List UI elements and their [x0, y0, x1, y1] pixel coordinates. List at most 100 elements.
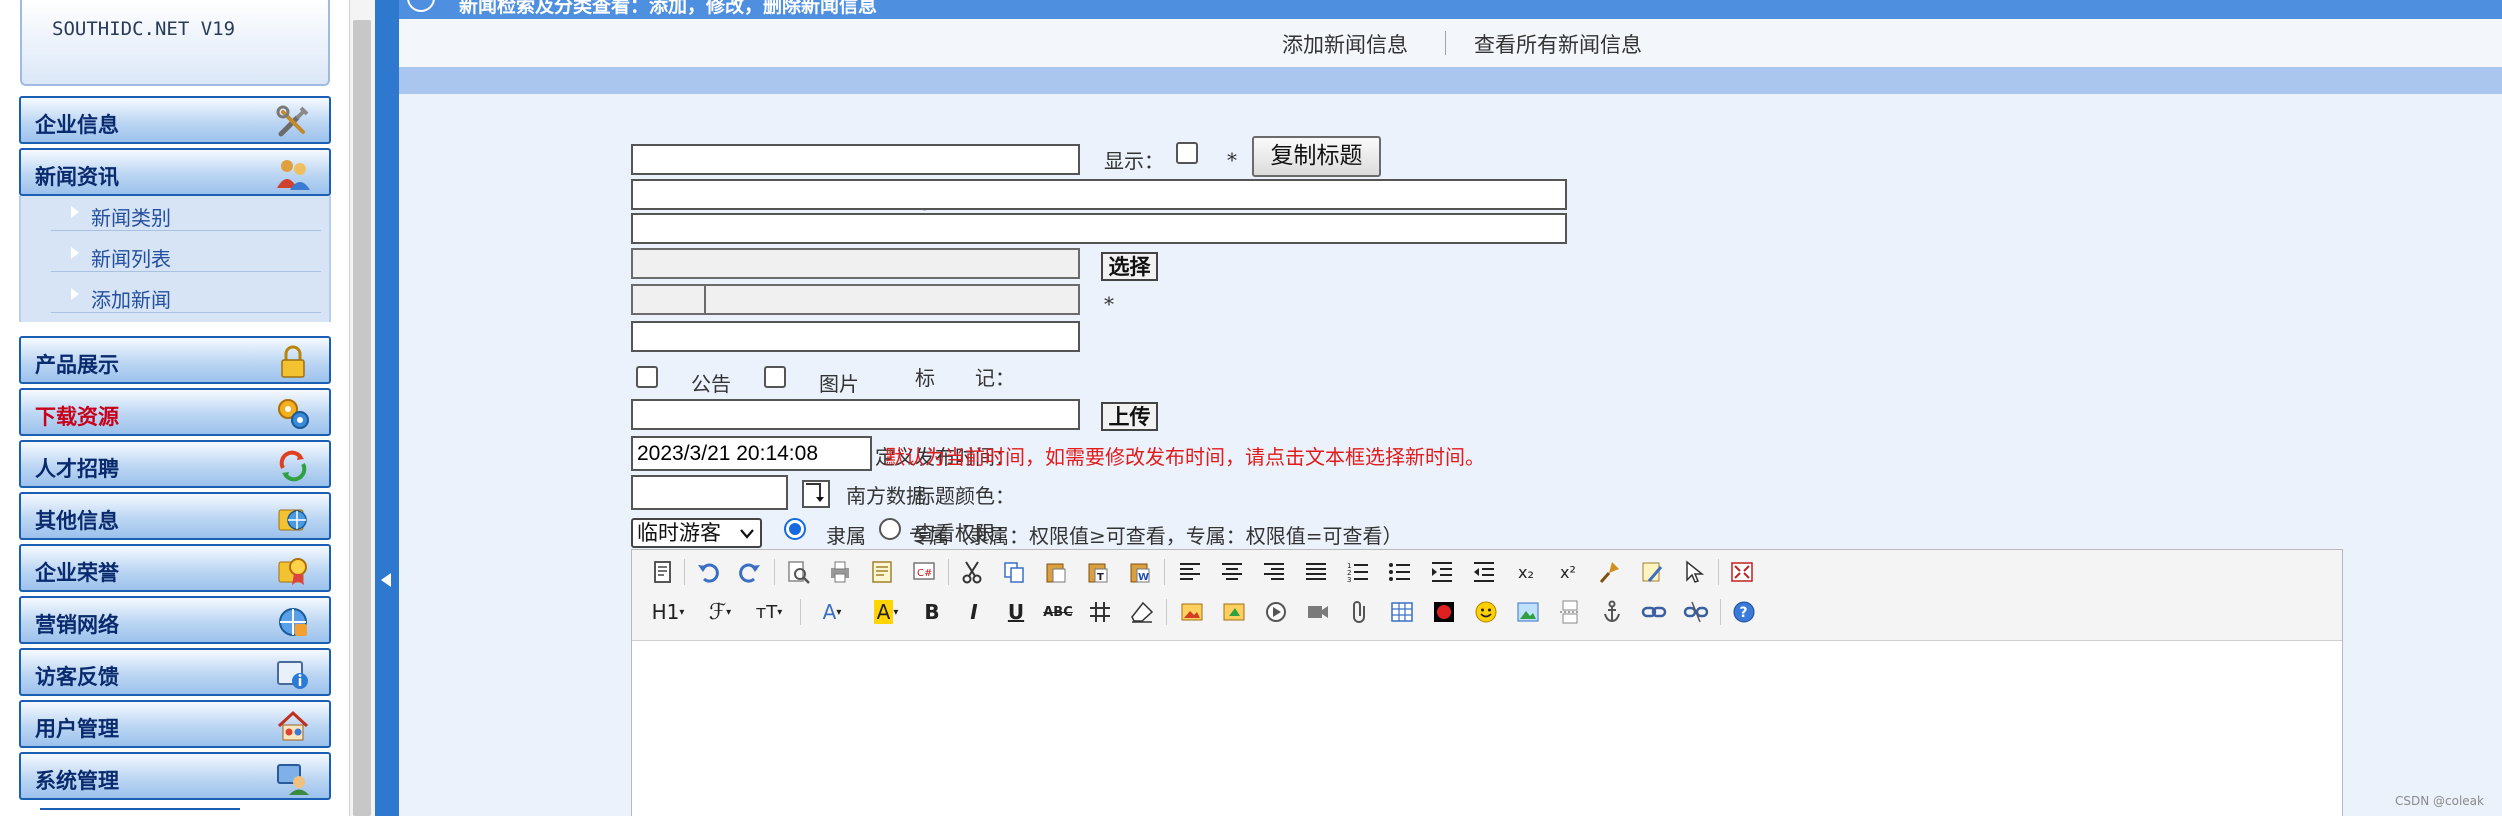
insert-video-icon[interactable]: [1304, 598, 1332, 626]
svg-text:W: W: [1138, 572, 1149, 583]
paste-text-icon[interactable]: T: [1084, 558, 1112, 586]
menu-item-label: 用户管理: [35, 716, 119, 741]
font-family-dropdown[interactable]: ℱ ▾: [700, 598, 740, 626]
outdent-icon[interactable]: [1470, 558, 1498, 586]
sidebar-scrollbar-thumb[interactable]: [353, 20, 371, 816]
meta-description-input[interactable]: [631, 213, 1567, 244]
required-mark: *: [1227, 148, 1237, 172]
editor-content-area[interactable]: [632, 641, 2342, 817]
special-char-icon[interactable]: [1430, 598, 1458, 626]
submenu-item-news-category[interactable]: 新闻类别: [51, 196, 321, 231]
news-image-input[interactable]: [631, 399, 1080, 430]
insert-flash-icon[interactable]: [1220, 598, 1248, 626]
redo-icon[interactable]: [736, 558, 764, 586]
rich-text-editor: C# T W 123 x₂ x² H1 ▾ ℱ ▾ тT ▾ A ▾ A ▾ B I U …: [631, 549, 2343, 817]
strikethrough-icon[interactable]: ABC: [1043, 598, 1073, 626]
unlink-icon[interactable]: [1682, 598, 1710, 626]
picture-checkbox[interactable]: [764, 366, 786, 388]
subordinate-radio[interactable]: [784, 518, 806, 540]
menu-item-company-info[interactable]: 企业信息: [19, 96, 331, 144]
format-painter-icon[interactable]: [1596, 558, 1624, 586]
upload-image-button[interactable]: 上传: [1101, 402, 1158, 431]
italic-icon[interactable]: I: [960, 598, 988, 626]
menu-item-recruitment[interactable]: 人才招聘: [19, 440, 331, 488]
menu-item-honors[interactable]: 企业荣誉: [19, 544, 331, 592]
cut-icon[interactable]: [958, 558, 986, 586]
menu-item-downloads[interactable]: 下载资源: [19, 388, 331, 436]
paste-icon[interactable]: [1042, 558, 1070, 586]
picture-label: 图片: [819, 372, 859, 396]
category-input[interactable]: [631, 248, 1080, 279]
permission-select[interactable]: 临时游客: [631, 518, 762, 548]
menu-item-products[interactable]: 产品展示: [19, 336, 331, 384]
notice-checkbox[interactable]: [636, 366, 658, 388]
view-all-news-link[interactable]: 查看所有新闻信息: [1474, 29, 1642, 59]
menu-item-system-management[interactable]: 系统管理: [19, 752, 331, 800]
select-all-icon[interactable]: [1680, 558, 1708, 586]
ordered-list-icon[interactable]: 123: [1344, 558, 1372, 586]
exclusive-radio[interactable]: [879, 518, 901, 540]
link-icon[interactable]: [1640, 598, 1668, 626]
copy-title-button[interactable]: 复制标题: [1252, 136, 1381, 177]
highlight-color-dropdown[interactable]: A ▾: [864, 598, 908, 626]
font-size-dropdown[interactable]: тT ▾: [748, 598, 790, 626]
help-icon[interactable]: ?: [1730, 598, 1758, 626]
fullscreen-icon[interactable]: [1728, 558, 1756, 586]
insert-image-icon[interactable]: [1178, 598, 1206, 626]
table-grid-icon[interactable]: [1086, 598, 1114, 626]
code-snippet-icon[interactable]: C#: [910, 558, 938, 586]
menu-item-marketing-network[interactable]: 营销网络: [19, 596, 331, 644]
bold-icon[interactable]: B: [918, 598, 946, 626]
print-icon[interactable]: [826, 558, 854, 586]
chevron-down-icon: [740, 529, 754, 539]
menu-item-news[interactable]: 新闻资讯: [19, 148, 331, 196]
preview-icon[interactable]: [784, 558, 812, 586]
source-code-icon[interactable]: [648, 558, 676, 586]
page-break-icon[interactable]: [1556, 598, 1584, 626]
show-label: 显示：: [1104, 149, 1164, 173]
menu-item-other-info[interactable]: 其他信息: [19, 492, 331, 540]
anchor-icon[interactable]: [1598, 598, 1626, 626]
news-name-input[interactable]: [631, 144, 1080, 175]
category-number-input-2[interactable]: [704, 284, 1080, 315]
superscript-icon[interactable]: x²: [1554, 558, 1582, 586]
menu-item-user-management[interactable]: 用户管理: [19, 700, 331, 748]
underline-icon[interactable]: U: [1002, 598, 1030, 626]
subscript-icon[interactable]: x₂: [1512, 558, 1540, 586]
image-gallery-icon[interactable]: [1514, 598, 1542, 626]
heading-dropdown[interactable]: H1 ▾: [646, 598, 690, 626]
unordered-list-icon[interactable]: [1386, 558, 1414, 586]
category-number-input-1[interactable]: [631, 284, 706, 315]
align-center-icon[interactable]: [1218, 558, 1246, 586]
select-category-button[interactable]: 选择: [1101, 252, 1158, 281]
font-color-dropdown[interactable]: A ▾: [810, 598, 854, 626]
align-left-icon[interactable]: [1176, 558, 1204, 586]
eraser-icon[interactable]: [1128, 598, 1156, 626]
paste-word-icon[interactable]: W: [1126, 558, 1154, 586]
menu-item-visitor-feedback[interactable]: 访客反馈: [19, 648, 331, 696]
section-title-bar: 新闻检索及分类查看：添加，修改，删除新闻信息: [399, 0, 2502, 19]
undo-icon[interactable]: [694, 558, 722, 586]
submenu-item-add-news[interactable]: 添加新闻: [51, 278, 321, 313]
publish-time-input[interactable]: [631, 436, 872, 471]
collapse-left-icon[interactable]: [381, 573, 391, 587]
show-checkbox[interactable]: [1176, 142, 1198, 164]
news-source-input[interactable]: [631, 321, 1080, 352]
insert-media-icon[interactable]: [1262, 598, 1290, 626]
next-menu-item-edge: [40, 808, 240, 818]
color-picker-button[interactable]: [802, 480, 830, 508]
insert-table-icon[interactable]: [1388, 598, 1416, 626]
emoticon-icon[interactable]: [1472, 598, 1500, 626]
indent-icon[interactable]: [1428, 558, 1456, 586]
copy-icon[interactable]: [1000, 558, 1028, 586]
sidebar-collapse-bar[interactable]: [375, 0, 399, 816]
align-right-icon[interactable]: [1260, 558, 1288, 586]
align-justify-icon[interactable]: [1302, 558, 1330, 586]
template-icon[interactable]: [868, 558, 896, 586]
attachment-icon[interactable]: [1346, 598, 1374, 626]
title-color-input[interactable]: [631, 475, 788, 510]
remove-format-icon[interactable]: [1638, 558, 1666, 586]
add-news-link[interactable]: 添加新闻信息: [1282, 29, 1408, 59]
submenu-item-news-list[interactable]: 新闻列表: [51, 237, 321, 272]
meta-keywords-input[interactable]: [631, 179, 1567, 210]
